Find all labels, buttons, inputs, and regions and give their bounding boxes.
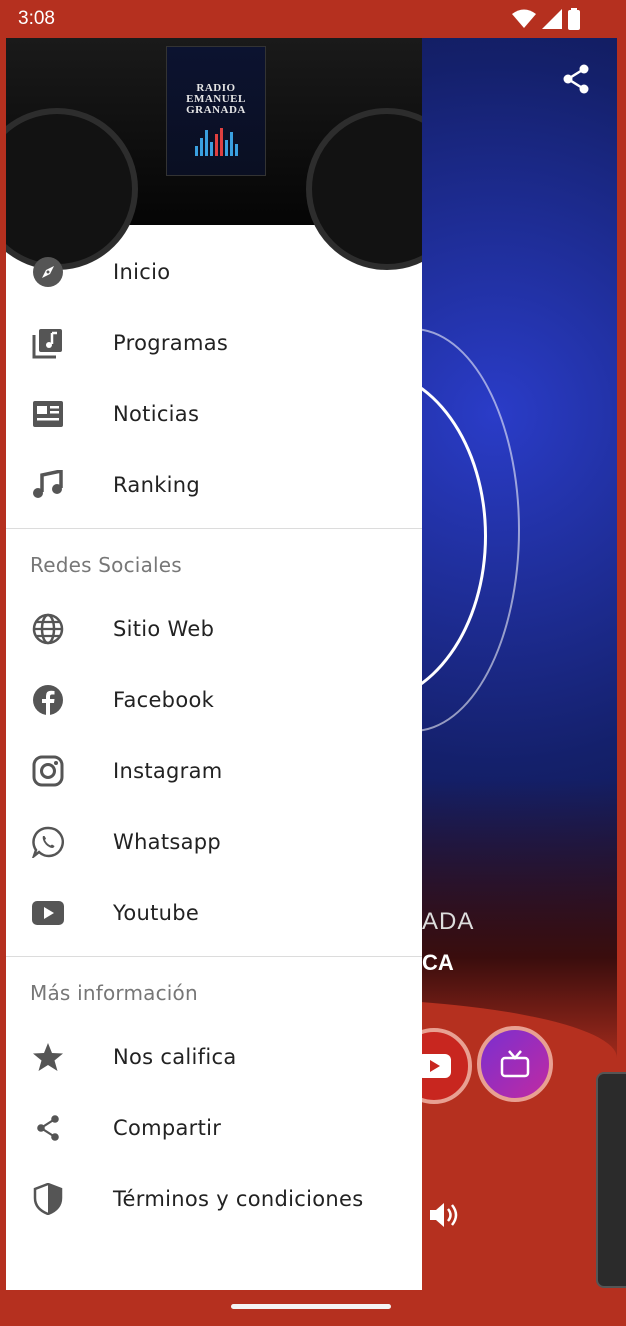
menu-item-label: Ranking [113, 472, 201, 497]
logo-line: GRANADA [186, 104, 246, 116]
menu-item-label: Sitio Web [113, 616, 215, 641]
gesture-navigation-handle[interactable] [231, 1304, 391, 1309]
menu-item-compartir[interactable]: Compartir [6, 1092, 422, 1163]
drawer-menu: Inicio Programas Noticias Ranking Redes … [6, 236, 422, 1234]
menu-item-youtube[interactable]: Youtube [6, 877, 422, 948]
instagram-icon [30, 753, 66, 789]
navigation-drawer: RADIO EMANUEL GRANADA Inicio Programas N… [6, 38, 422, 1290]
share-icon [30, 1110, 66, 1146]
floating-zoom-widget[interactable] [596, 1072, 626, 1288]
menu-item-facebook[interactable]: Facebook [6, 664, 422, 735]
menu-item-label: Youtube [113, 900, 200, 925]
menu-item-label: Inicio [113, 259, 171, 284]
whatsapp-icon [30, 824, 66, 860]
menu-item-label: Instagram [113, 758, 223, 783]
menu-divider [6, 528, 422, 529]
menu-item-ranking[interactable]: Ranking [6, 449, 422, 520]
drawer-header: RADIO EMANUEL GRANADA [6, 38, 422, 270]
star-icon [30, 1039, 66, 1075]
youtube-icon [30, 895, 66, 931]
facebook-icon [30, 682, 66, 718]
music-note-icon [30, 467, 66, 503]
menu-item-noticias[interactable]: Noticias [6, 378, 422, 449]
volume-icon [430, 1203, 458, 1227]
menu-item-programas[interactable]: Programas [6, 307, 422, 378]
menu-item-label: Programas [113, 330, 229, 355]
volume-button[interactable] [428, 1200, 460, 1234]
status-bar: 3:08 [0, 0, 626, 38]
station-subtitle-partial: CA [422, 950, 454, 975]
music-library-icon [30, 325, 66, 361]
menu-item-terminos[interactable]: Términos y condiciones [6, 1163, 422, 1234]
section-title-social: Redes Sociales [30, 553, 182, 577]
signal-icon [542, 9, 562, 29]
battery-icon [568, 8, 580, 30]
youtube-play-icon [417, 1054, 451, 1078]
shield-icon [30, 1181, 66, 1217]
menu-item-nos-califica[interactable]: Nos califica [6, 1021, 422, 1092]
menu-item-instagram[interactable]: Instagram [6, 735, 422, 806]
station-logo: RADIO EMANUEL GRANADA [166, 46, 266, 176]
share-icon [563, 64, 589, 94]
menu-item-sitio-web[interactable]: Sitio Web [6, 593, 422, 664]
tv-circle-button[interactable] [477, 1026, 553, 1102]
menu-item-label: Nos califica [113, 1044, 237, 1069]
menu-divider [6, 956, 422, 957]
tv-icon [500, 1050, 530, 1078]
equalizer-graphic [194, 126, 238, 156]
section-title-info: Más información [30, 981, 198, 1005]
wifi-icon [512, 9, 536, 28]
newspaper-icon [30, 396, 66, 432]
menu-item-label: Whatsapp [113, 829, 222, 854]
menu-item-label: Facebook [113, 687, 215, 712]
menu-item-inicio[interactable]: Inicio [6, 236, 422, 307]
menu-item-label: Noticias [113, 401, 200, 426]
compass-icon [30, 254, 66, 290]
menu-item-whatsapp[interactable]: Whatsapp [6, 806, 422, 877]
status-time: 3:08 [18, 8, 55, 29]
globe-icon [30, 611, 66, 647]
menu-item-label: Compartir [113, 1115, 222, 1140]
station-name-partial: ADA [422, 908, 475, 935]
status-icons [512, 8, 580, 30]
menu-item-label: Términos y condiciones [113, 1186, 364, 1211]
share-button[interactable] [562, 64, 590, 98]
